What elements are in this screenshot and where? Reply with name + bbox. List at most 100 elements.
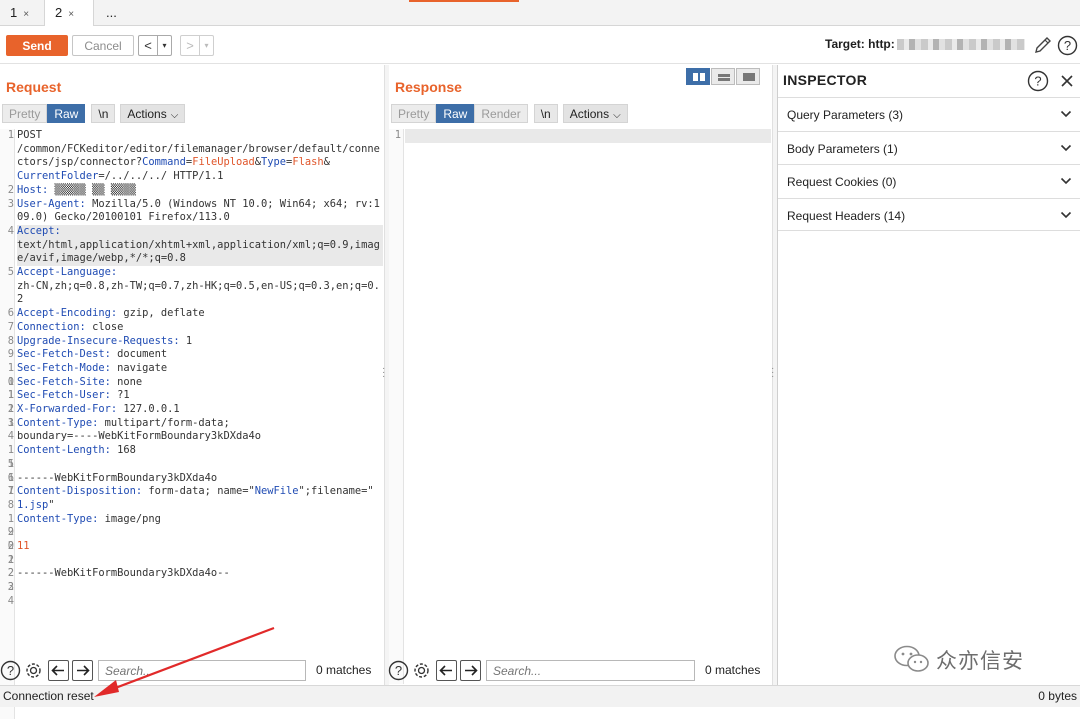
code-line[interactable]: 20 xyxy=(8,526,383,552)
code-line[interactable]: 22 xyxy=(8,554,383,580)
code-line[interactable]: 13 X-Forwarded-For: 127.0.0.1 xyxy=(8,403,383,429)
code-line[interactable]: 11 Sec-Fetch-Site: none xyxy=(8,376,383,402)
back-history-control[interactable]: < ▾ xyxy=(138,35,172,56)
code-line[interactable]: 8 Upgrade-Insecure-Requests: 1 xyxy=(8,335,383,349)
header-name: Sec-Fetch-Dest: xyxy=(17,348,111,361)
header-name: Accept-Language: xyxy=(17,266,118,279)
code-line[interactable]: 24 xyxy=(8,581,383,607)
actions-label: Actions xyxy=(127,107,167,121)
arrow-left-icon xyxy=(439,665,452,676)
header-name: X-Forwarded-For: xyxy=(17,403,118,416)
chevron-down-icon[interactable]: ▾ xyxy=(199,36,213,55)
code-text: text/html,application/xhtml+xml,applicat… xyxy=(17,238,380,265)
header-name: Host: xyxy=(17,183,49,196)
actions-dropdown[interactable]: Actions ⌵ xyxy=(562,104,628,123)
inspector-section-body-parameters[interactable]: Body Parameters (1) xyxy=(778,131,1080,164)
inspector-section-request-cookies[interactable]: Request Cookies (0) xyxy=(778,164,1080,197)
response-editor[interactable]: 1 xyxy=(389,129,772,719)
header-name: Content-Type: xyxy=(17,416,99,429)
chevron-down-icon xyxy=(1060,177,1072,185)
code-line[interactable]: 1 POST /common/FCKeditor/editor/filemanag… xyxy=(8,129,383,184)
response-view-modes: Pretty Raw Render \n Actions ⌵ xyxy=(391,104,628,124)
chevron-down-icon[interactable]: ▾ xyxy=(157,36,171,55)
request-search-input[interactable] xyxy=(98,660,306,681)
newline-toggle[interactable]: \n xyxy=(533,104,558,123)
layout-stacked-toggle[interactable] xyxy=(711,68,735,85)
inspector-section-query-parameters[interactable]: Query Parameters (3) xyxy=(778,97,1080,130)
help-icon[interactable]: ? xyxy=(1027,70,1049,92)
close-icon[interactable] xyxy=(1059,73,1075,89)
tab-2[interactable]: 2 × xyxy=(44,0,94,27)
close-icon[interactable]: × xyxy=(68,9,74,20)
code-line[interactable]: 18 Content-Disposition: form-data; name="… xyxy=(8,485,383,512)
code-line[interactable]: 15 Content-Length: 168 xyxy=(8,444,383,470)
send-button[interactable]: Send xyxy=(6,35,68,56)
code-line[interactable]: 3 User-Agent: Mozilla/5.0 (Windows NT 10.… xyxy=(8,198,383,225)
pretty-tab[interactable]: Pretty xyxy=(391,104,437,123)
code-line[interactable]: 6 Accept-Encoding: gzip, deflate xyxy=(8,307,383,321)
layout-tabs-toggle[interactable] xyxy=(736,68,760,85)
param-value: Flash xyxy=(292,156,324,169)
back-arrow-icon[interactable]: < xyxy=(139,36,157,55)
arrow-left-icon xyxy=(51,665,64,676)
response-search-input[interactable] xyxy=(486,660,695,681)
raw-tab[interactable]: Raw xyxy=(436,104,475,123)
request-toolbar: Send Cancel < ▾ > ▾ Target: http: ? xyxy=(0,26,1080,64)
cancel-button[interactable]: Cancel xyxy=(72,35,134,56)
chevron-down-icon xyxy=(1060,110,1072,118)
code-line[interactable]: 21 11 xyxy=(8,540,383,566)
code-line[interactable]: 5 Accept-Language: zh-CN,zh;q=0.8,zh-TW;q… xyxy=(8,266,383,307)
raw-tab[interactable]: Raw xyxy=(47,104,86,123)
request-title: Request xyxy=(6,79,62,95)
tab-label: 1 xyxy=(10,5,18,20)
header-name: Content-Type: xyxy=(17,512,99,525)
gear-icon[interactable] xyxy=(23,660,44,681)
newline-toggle[interactable]: \n xyxy=(91,104,116,123)
code-line[interactable]: 10 Sec-Fetch-Mode: navigate xyxy=(8,362,383,388)
header-name: Accept-Encoding: xyxy=(17,307,118,320)
code-line[interactable]: 16 xyxy=(8,458,383,484)
pretty-tab[interactable]: Pretty xyxy=(2,104,48,123)
code-line[interactable]: 14 Content-Type: multipart/form-data; bou… xyxy=(8,416,383,444)
code-text: document xyxy=(110,348,168,361)
code-line[interactable]: 7 Connection: close xyxy=(8,321,383,335)
request-code[interactable]: 1 POST /common/FCKeditor/editor/filemanag… xyxy=(8,129,383,607)
search-previous-button[interactable] xyxy=(436,660,457,681)
svg-text:?: ? xyxy=(395,663,402,678)
gear-icon[interactable] xyxy=(411,660,432,681)
tab-more[interactable]: ... xyxy=(94,0,134,26)
search-previous-button[interactable] xyxy=(48,660,69,681)
help-icon[interactable]: ? xyxy=(1057,35,1078,56)
svg-text:?: ? xyxy=(1064,38,1071,53)
forward-history-control[interactable]: > ▾ xyxy=(180,35,214,56)
code-text: ▒▒▒▒▒ ▒▒ ▒▒▒▒ xyxy=(48,183,136,196)
header-name: Command xyxy=(142,156,186,169)
inspector-section-request-headers[interactable]: Request Headers (14) xyxy=(778,198,1080,231)
search-next-button[interactable] xyxy=(460,660,481,681)
splitter-grip-icon[interactable]: · · · xyxy=(771,364,774,382)
status-bar: Connection reset 0 bytes xyxy=(0,685,1080,707)
actions-dropdown[interactable]: Actions ⌵ xyxy=(120,104,186,123)
code-line[interactable]: 9 Sec-Fetch-Dest: document xyxy=(8,348,383,362)
code-line[interactable]: 17 ------WebKitFormBoundary3kDXda4o xyxy=(8,472,383,498)
close-icon[interactable]: × xyxy=(23,9,29,20)
splitter-grip-icon[interactable]: · · · xyxy=(382,364,385,382)
render-tab[interactable]: Render xyxy=(474,104,528,123)
request-editor[interactable]: 1 POST /common/FCKeditor/editor/filemanag… xyxy=(0,129,384,719)
code-line[interactable]: 4 Accept: text/html,application/xhtml+xml… xyxy=(8,224,383,267)
search-next-button[interactable] xyxy=(72,660,93,681)
forward-arrow-icon[interactable]: > xyxy=(181,36,199,55)
layout-side-by-side-toggle[interactable] xyxy=(686,68,710,85)
tab-bar-accent xyxy=(409,0,519,2)
help-icon[interactable]: ? xyxy=(0,660,21,681)
code-line[interactable]: 2 Host: ▒▒▒▒▒ ▒▒ ▒▒▒▒ xyxy=(8,183,383,198)
help-icon[interactable]: ? xyxy=(388,660,409,681)
code-line[interactable]: 23 ------WebKitFormBoundary3kDXda4o-- xyxy=(8,567,383,593)
connection-status: Connection reset xyxy=(3,689,94,703)
code-line[interactable]: 19 Content-Type: image/png xyxy=(8,512,383,539)
code-line[interactable]: 12 Sec-Fetch-User: ?1 xyxy=(8,389,383,415)
tab-1[interactable]: 1 × xyxy=(0,0,44,26)
inspector-title: INSPECTOR xyxy=(783,72,868,88)
line-number: 5 xyxy=(7,266,14,279)
pencil-icon[interactable] xyxy=(1033,35,1053,55)
